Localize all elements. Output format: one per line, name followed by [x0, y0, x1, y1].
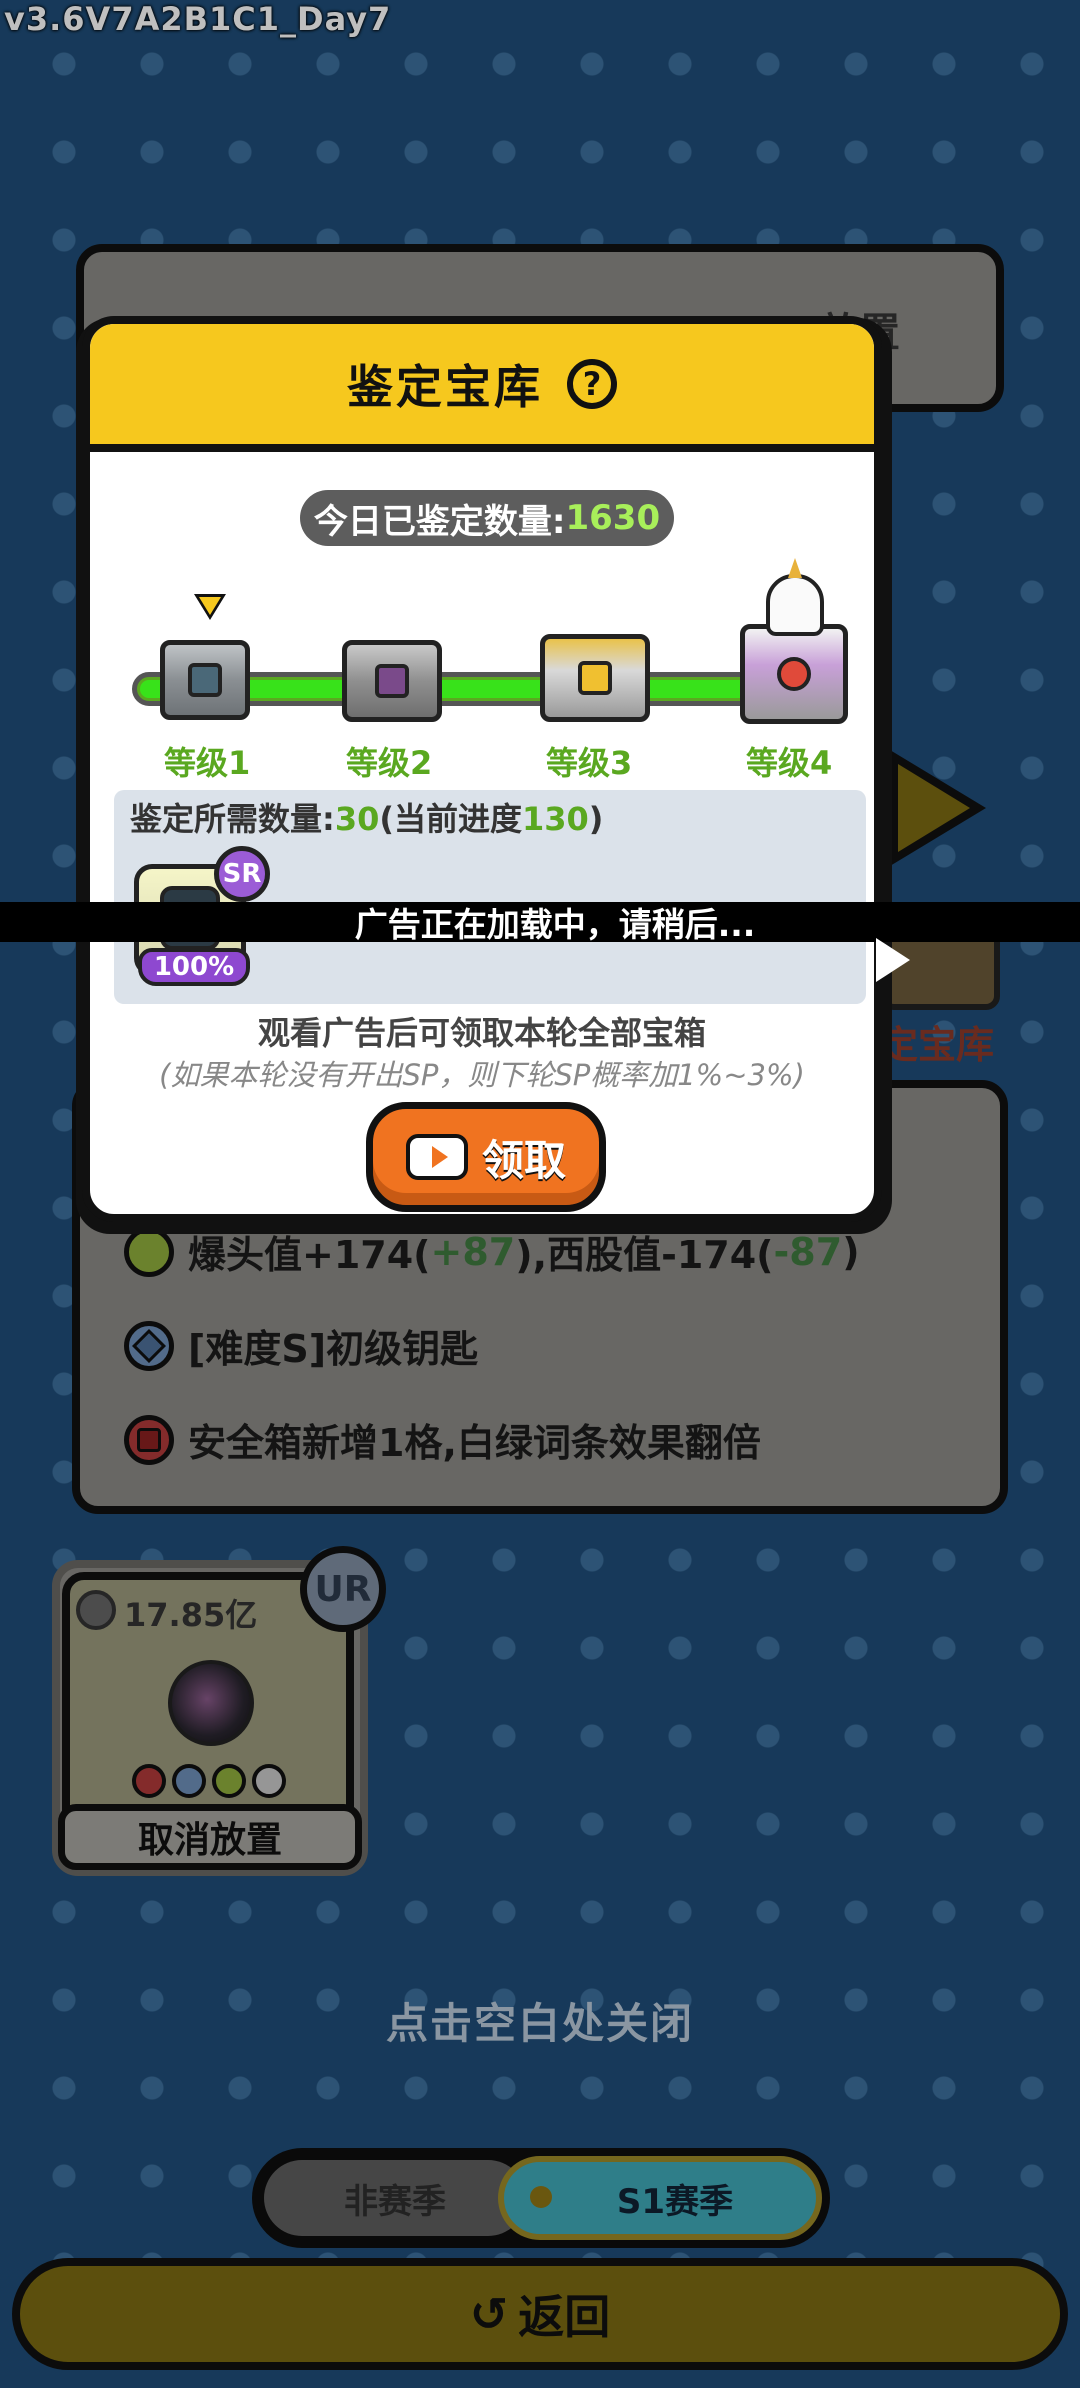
progress-value: 130 — [521, 800, 589, 838]
daily-count-pill: 今日已鉴定数量: 1630 — [300, 490, 674, 546]
chest-level-3-icon[interactable] — [540, 634, 650, 722]
current-level-pointer-fill — [199, 597, 221, 615]
unicorn-mascot-icon — [766, 574, 824, 636]
requirement-value: 30 — [334, 800, 380, 838]
reward-percent: 100% — [138, 948, 250, 986]
daily-count-value: 1630 — [565, 498, 661, 538]
progress-prefix: (当前进度 — [379, 800, 522, 838]
progress-suffix: ) — [588, 800, 604, 838]
level-2-label: 等级2 — [346, 744, 433, 782]
chest-level-4-icon[interactable] — [740, 624, 848, 724]
toast-pointer — [876, 938, 910, 982]
level-3-label: 等级3 — [546, 744, 633, 782]
claim-button[interactable]: 领取 — [366, 1102, 606, 1212]
level-4-label: 等级4 — [746, 744, 833, 782]
ad-loading-toast: 广告正在加载中，请稍后... — [0, 902, 1080, 944]
daily-count-label: 今日已鉴定数量: — [313, 501, 566, 542]
chest-level-1-icon[interactable] — [160, 640, 250, 720]
ad-note: 观看广告后可领取本轮全部宝箱 — [257, 1014, 706, 1052]
level-1-label: 等级1 — [164, 744, 251, 782]
ad-sub-note: (如果本轮没有开出SP，则下轮SP概率加1%~3%) — [159, 1058, 805, 1092]
video-play-icon — [405, 1134, 468, 1180]
unicorn-horn — [788, 558, 802, 578]
requirement-text: 鉴定所需数量:30(当前进度130) — [130, 794, 603, 840]
help-icon[interactable]: ? — [567, 359, 617, 409]
modal-header: 鉴定宝库 ? — [90, 324, 874, 452]
claim-label: 领取 — [481, 1135, 566, 1185]
ad-loading-text: 广告正在加载中，请稍后... — [354, 905, 756, 944]
requirement-prefix: 鉴定所需数量: — [130, 800, 335, 838]
chest-level-2-icon[interactable] — [342, 640, 442, 722]
modal-title: 鉴定宝库 — [347, 360, 543, 414]
sr-rarity-badge: SR — [214, 846, 270, 902]
appraisal-vault-modal: 鉴定宝库 ? 今日已鉴定数量: 1630 等级1 等级2 等级3 等级4 鉴定所需… — [82, 316, 882, 1222]
